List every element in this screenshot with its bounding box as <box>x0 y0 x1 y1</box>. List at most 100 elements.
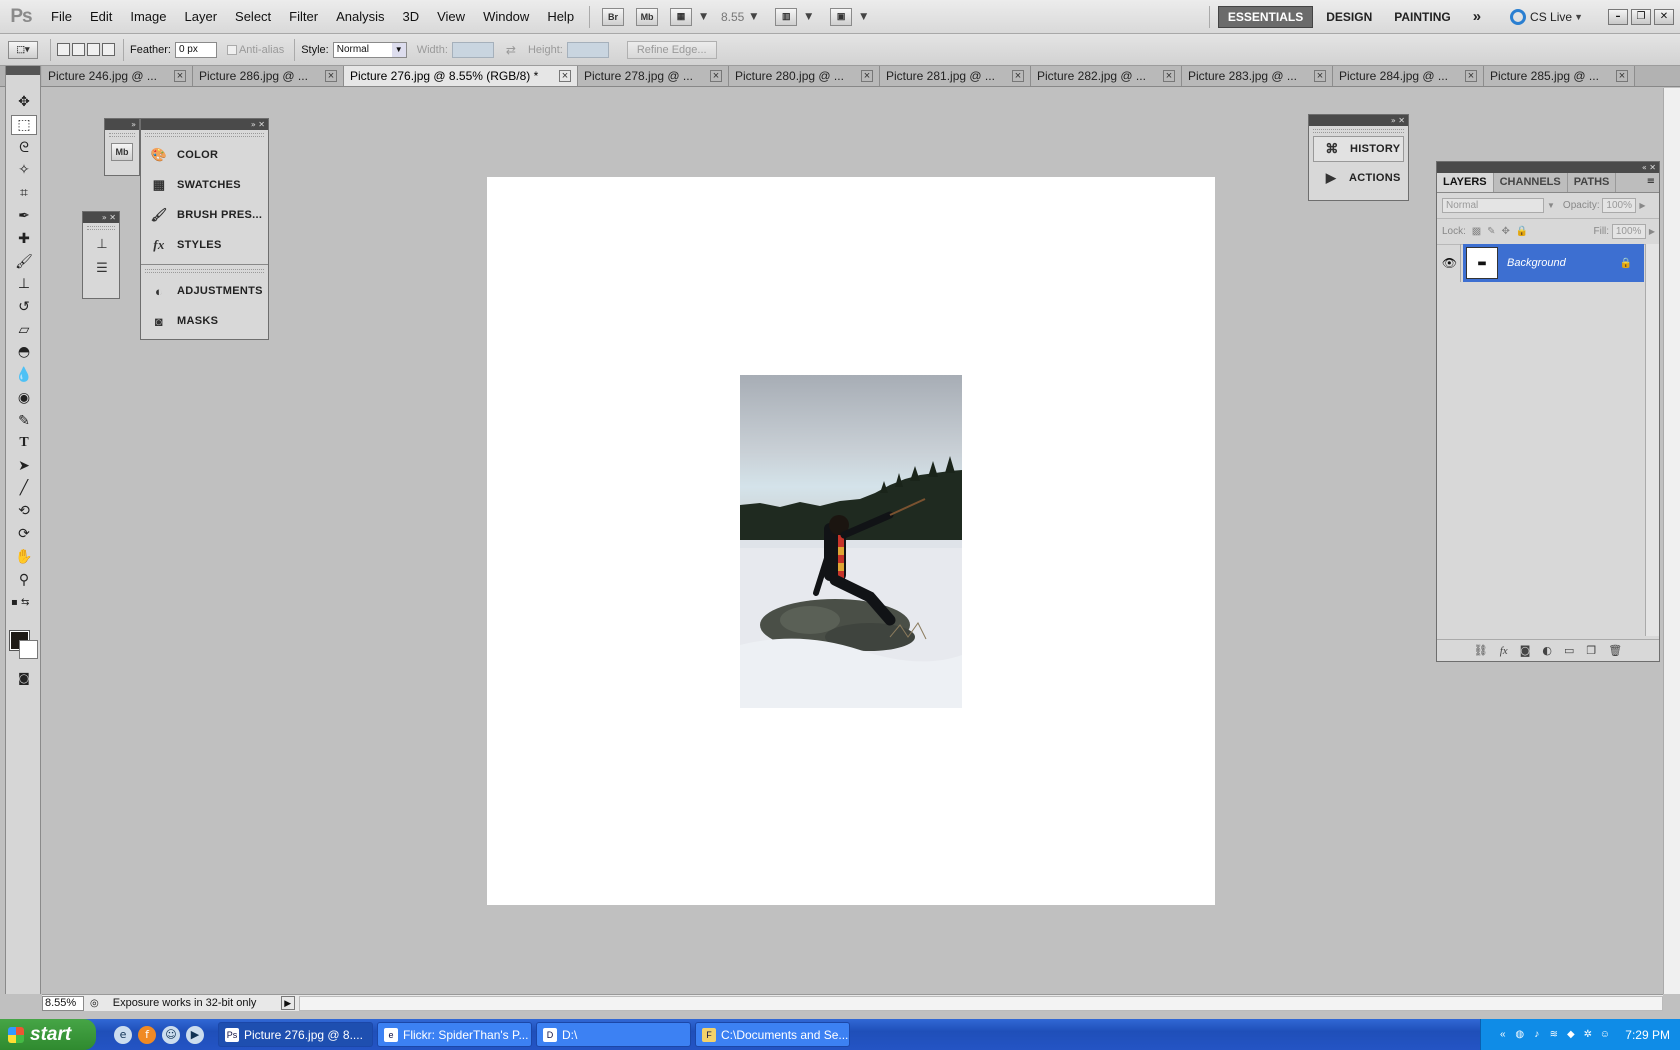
expand-icon[interactable]: « <box>1642 163 1647 172</box>
eye-visibility-icon[interactable]: 👁 <box>1439 244 1461 282</box>
chevron-down-icon[interactable]: ▼ <box>700 12 707 22</box>
close-icon[interactable]: ✕ <box>109 213 116 222</box>
chevron-down-icon[interactable]: ▼ <box>1547 201 1555 210</box>
close-icon[interactable]: × <box>1616 70 1628 82</box>
type-tool-icon[interactable]: T <box>11 433 37 453</box>
horizontal-scrollbar[interactable] <box>298 995 1663 1011</box>
blend-mode-select[interactable]: Normal <box>1442 198 1544 213</box>
chevron-right-icon[interactable]: ▶ <box>1649 227 1655 236</box>
messenger-tray-icon[interactable]: ☺ <box>1598 1028 1611 1041</box>
panel-grip[interactable] <box>145 269 264 273</box>
panel-adjustments[interactable]: ◐ ADJUSTMENTS <box>141 276 268 306</box>
expand-icon[interactable]: » <box>1391 116 1396 125</box>
background-color-swatch[interactable] <box>19 640 38 659</box>
close-icon[interactable]: × <box>1314 70 1326 82</box>
healing-brush-tool-icon[interactable]: ✚ <box>11 229 37 249</box>
menu-help[interactable]: Help <box>538 9 583 24</box>
panel-header[interactable]: » ✕ <box>1309 115 1408 126</box>
panel-header[interactable]: » <box>105 119 139 130</box>
panel-header[interactable]: » ✕ <box>83 212 119 223</box>
tab-document[interactable]: Picture 286.jpg @ ... × <box>193 66 344 86</box>
intersect-selection-icon[interactable] <box>102 43 115 56</box>
path-selection-tool-icon[interactable]: ➤ <box>11 456 37 476</box>
messenger-icon[interactable]: ☺ <box>162 1025 180 1044</box>
minibridge-icon[interactable]: Mb <box>111 143 133 161</box>
start-button[interactable]: start <box>0 1019 96 1050</box>
dodge-tool-icon[interactable]: ◉ <box>11 388 37 408</box>
close-icon[interactable]: × <box>861 70 873 82</box>
pen-tool-icon[interactable]: ✎ <box>11 411 37 431</box>
layer-name[interactable]: Background <box>1507 257 1620 269</box>
panel-grip[interactable] <box>1313 129 1404 133</box>
panel-styles[interactable]: fx STYLES <box>141 230 268 260</box>
more-workspaces-icon[interactable]: » <box>1464 5 1490 28</box>
hand-tool-icon[interactable]: ✋ <box>11 547 37 567</box>
close-icon[interactable]: × <box>1465 70 1477 82</box>
feather-input[interactable]: 0 px <box>174 41 217 58</box>
launch-minibridge-button[interactable]: Mb <box>636 7 659 26</box>
blur-tool-icon[interactable]: 💧 <box>11 365 37 385</box>
lock-image-icon[interactable]: ✎ <box>1487 226 1495 237</box>
expand-icon[interactable]: » <box>131 120 136 129</box>
media-player-icon[interactable]: ▶ <box>186 1025 204 1044</box>
tab-document[interactable]: Picture 285.jpg @ ... × <box>1484 66 1635 86</box>
tab-document[interactable]: Picture 281.jpg @ ... × <box>880 66 1031 86</box>
panel-grip[interactable] <box>87 226 115 230</box>
layer-row-background[interactable]: ▬ Background 🔒 <box>1463 244 1644 282</box>
fill-input[interactable]: 100% <box>1611 224 1646 239</box>
new-selection-icon[interactable] <box>57 43 70 56</box>
tool-preset-picker[interactable]: ⬚▾ <box>8 40 38 59</box>
lock-transparent-icon[interactable]: ▩ <box>1472 226 1481 237</box>
tab-layers[interactable]: LAYERS <box>1437 173 1494 192</box>
new-group-icon[interactable]: ▭ <box>1564 644 1574 657</box>
clone-stamp-tool-icon[interactable]: ⊥ <box>11 274 37 294</box>
document-canvas-area[interactable] <box>42 88 1663 994</box>
volume-icon[interactable]: ♪ <box>1530 1028 1543 1041</box>
panel-grip[interactable] <box>6 66 40 75</box>
close-icon[interactable]: × <box>1163 70 1175 82</box>
add-mask-icon[interactable]: ◙ <box>1520 644 1531 657</box>
panel-masks[interactable]: ◙ MASKS <box>141 306 268 336</box>
launch-bridge-button[interactable]: Br <box>602 7 625 26</box>
tab-document[interactable]: Picture 282.jpg @ ... × <box>1031 66 1182 86</box>
menu-window[interactable]: Window <box>474 9 538 24</box>
lasso-tool-icon[interactable]: ᘓ <box>11 138 37 158</box>
workspace-painting[interactable]: PAINTING <box>1385 7 1459 27</box>
menu-edit[interactable]: Edit <box>81 9 121 24</box>
new-layer-icon[interactable]: ❐ <box>1586 644 1596 657</box>
network-icon[interactable]: ◍ <box>1513 1028 1526 1041</box>
tab-document[interactable]: Picture 284.jpg @ ... × <box>1333 66 1484 86</box>
workspace-design[interactable]: DESIGN <box>1317 7 1381 27</box>
layers-scrollbar[interactable] <box>1645 244 1659 636</box>
tab-document[interactable]: Picture 280.jpg @ ... × <box>729 66 880 86</box>
zoom-input[interactable]: 8.55% <box>42 995 84 1011</box>
panel-swatches[interactable]: ▦ SWATCHES <box>141 170 268 200</box>
subtract-from-selection-icon[interactable] <box>87 43 100 56</box>
tab-channels[interactable]: CHANNELS <box>1494 173 1568 192</box>
move-tool-icon[interactable]: ✥ <box>11 92 37 112</box>
3d-orbit-tool-icon[interactable]: ⟳ <box>11 524 37 544</box>
style-select[interactable]: Normal ▼ <box>332 41 407 58</box>
taskbar-firefox[interactable]: e Flickr: SpiderThan's P... <box>377 1022 532 1047</box>
menu-filter[interactable]: Filter <box>280 9 327 24</box>
clone-source-icon[interactable]: ⊥ <box>92 236 112 252</box>
chevron-down-icon[interactable]: ▼ <box>750 12 757 22</box>
panel-menu-icon[interactable]: ≡ <box>1643 173 1659 192</box>
default-colors-icon[interactable]: ▪ ⇆ <box>11 592 37 612</box>
tab-document[interactable]: Picture 246.jpg @ ... × <box>42 66 193 86</box>
marquee-tool-icon[interactable]: ⬚ <box>11 115 37 135</box>
status-menu-arrow-icon[interactable]: ▶ <box>280 996 295 1010</box>
paint-bucket-tool-icon[interactable]: ◓ <box>11 342 37 362</box>
taskbar-drive-d[interactable]: D D:\ <box>536 1022 691 1047</box>
quick-selection-tool-icon[interactable]: ✧ <box>11 160 37 180</box>
history-brush-tool-icon[interactable]: ↺ <box>11 297 37 317</box>
antivirus-icon[interactable]: ✲ <box>1581 1028 1594 1041</box>
height-input[interactable] <box>566 41 609 58</box>
eyedropper-tool-icon[interactable]: ✒ <box>11 206 37 226</box>
close-icon[interactable]: × <box>710 70 722 82</box>
panel-header[interactable]: » ✕ <box>141 119 268 130</box>
canvas[interactable] <box>487 177 1215 905</box>
wifi-icon[interactable]: ≋ <box>1547 1028 1560 1041</box>
close-icon[interactable]: ✕ <box>1398 116 1405 125</box>
lock-position-icon[interactable]: ✥ <box>1502 226 1510 237</box>
